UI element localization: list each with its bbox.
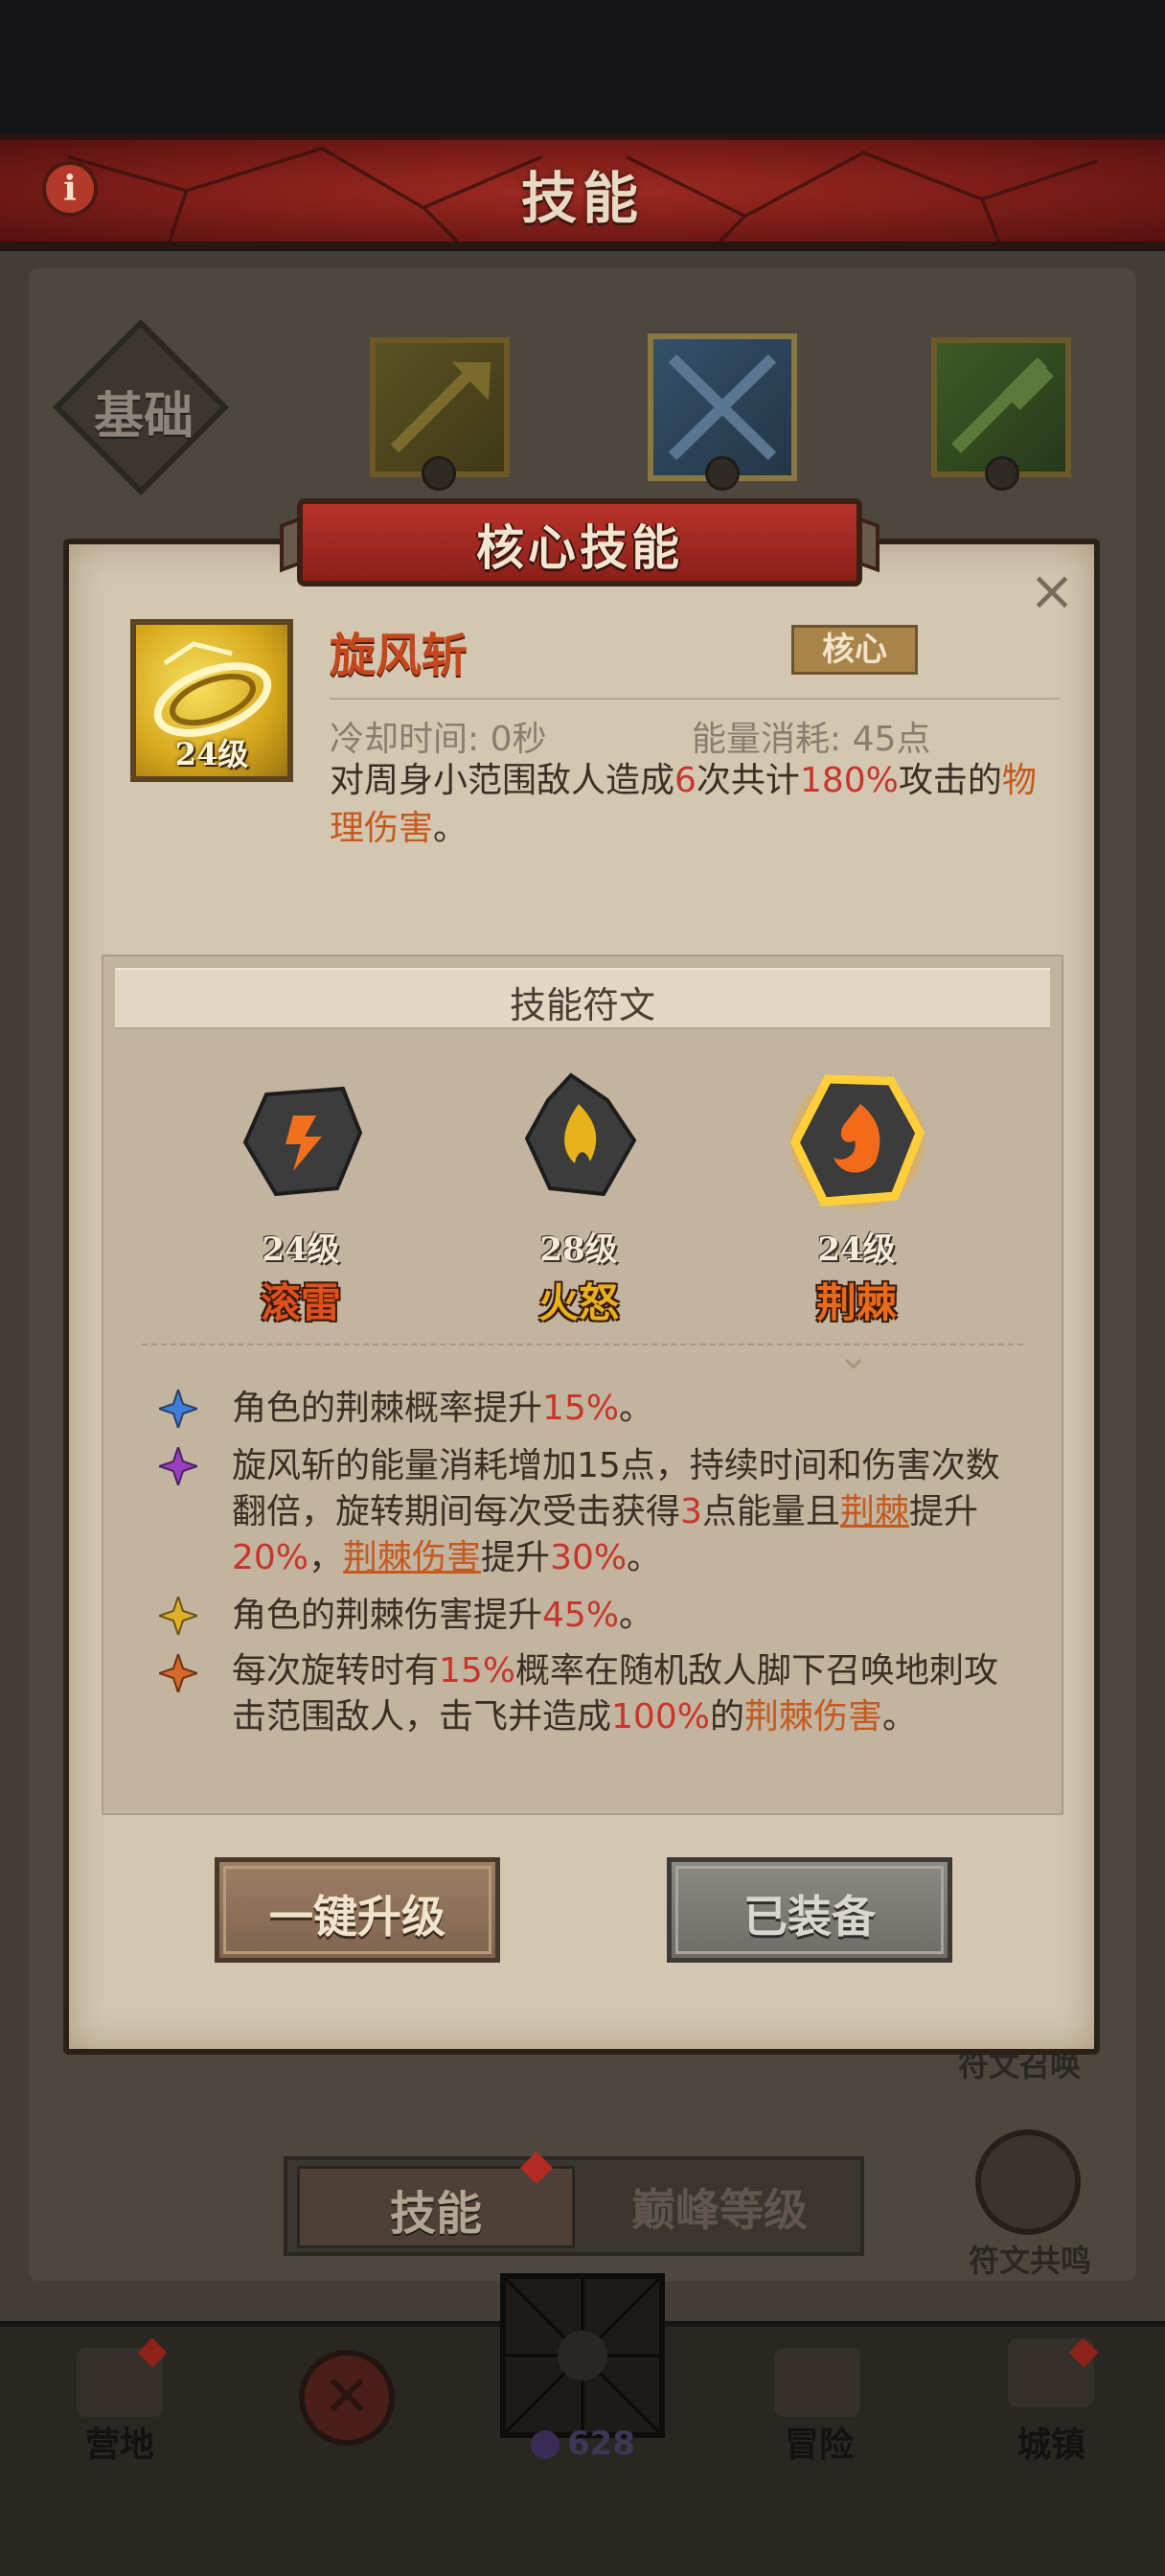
- rune-thorns-selected[interactable]: [786, 1070, 929, 1213]
- skill-description: 对周身小范围敌人造成6次共计180%攻击的物理伤害。: [330, 761, 1037, 848]
- rune-thorns-level: 24级: [817, 1230, 896, 1269]
- modal-title: 核心技能: [476, 520, 683, 576]
- effect-text-2: 旋风斩的能量消耗增加15点，持续时间和伤害次数翻倍，旋转期间每次受击获得3点能量…: [232, 1446, 1000, 1577]
- rune-resonance-icon[interactable]: [975, 2129, 1081, 2235]
- rune-thorns-name: 荆棘: [815, 1279, 897, 1326]
- cooldown-text: 冷却时间: 0秒: [330, 720, 547, 759]
- claw-emblem-icon: [705, 456, 740, 491]
- spiked-skull-icon: [504, 2277, 661, 2434]
- equipped-button-label: 已装备: [743, 1891, 876, 1943]
- rune-fury-level: 28级: [539, 1230, 618, 1269]
- hammer-icon: [951, 357, 1054, 453]
- orange-star-icon: [155, 1650, 201, 1696]
- energy-cost-text: 能量消耗: 45点: [692, 720, 931, 759]
- skill-level: 24级: [174, 736, 249, 772]
- rune-thunder-name: 滚雷: [260, 1279, 341, 1326]
- thorns-rune-icon: [789, 1074, 925, 1208]
- gem-count: 628: [567, 2425, 635, 2463]
- info-icon[interactable]: i: [42, 161, 98, 217]
- purple-star-icon: [155, 1443, 201, 1489]
- rune-divider: [142, 1344, 1023, 1346]
- skill-name: 旋风斩: [330, 629, 468, 682]
- tab-skill-label: 技能: [389, 2187, 482, 2241]
- rune-resonance-label: 符文共鸣: [968, 2242, 1091, 2279]
- axe-icon: [390, 362, 491, 453]
- flame-emblem-icon: [985, 456, 1019, 491]
- adventure-map-icon[interactable]: [774, 2348, 860, 2417]
- shield-emblem-icon: [422, 456, 456, 491]
- core-badge: 核心: [791, 625, 918, 675]
- rune-thunder-level: 24级: [262, 1230, 340, 1269]
- crossed-swords-icon: [668, 354, 777, 461]
- base-skill-tab-label: 基础: [93, 388, 194, 446]
- nav-center-skill[interactable]: [500, 2273, 665, 2438]
- rune-fury-name: 火怒: [537, 1279, 619, 1326]
- thorns-link[interactable]: 荆棘: [840, 1492, 909, 1531]
- gold-star-icon: [155, 1593, 201, 1639]
- upgrade-button-label: 一键升级: [269, 1891, 445, 1943]
- effect-text-3: 角色的荆棘伤害提升45%。: [232, 1596, 654, 1635]
- tab-peak-level[interactable]: 巅峰等级: [581, 2175, 858, 2239]
- close-icon[interactable]: ×: [1025, 563, 1079, 618]
- cancel-icon[interactable]: ✕: [299, 2350, 395, 2446]
- rune-fury[interactable]: [514, 1071, 644, 1202]
- effect-text-1: 角色的荆棘概率提升15%。: [232, 1389, 654, 1428]
- effect-text-4: 每次旋转时有15%概率在随机敌人脚下召唤地刺攻击范围敌人，击飞并造成100%的荆…: [232, 1651, 999, 1736]
- nav-town[interactable]: 城镇: [989, 2417, 1113, 2467]
- page-title: 技能: [520, 166, 644, 231]
- rune-section-title: 技能符文: [509, 984, 655, 1026]
- rune-thunder[interactable]: [238, 1075, 368, 1206]
- fury-rune-icon: [524, 1072, 637, 1197]
- header-divider: [330, 698, 1060, 700]
- thunder-rune-icon: [242, 1086, 363, 1197]
- nav-adventure[interactable]: 冒险: [757, 2417, 881, 2467]
- blue-star-icon: [155, 1386, 201, 1432]
- gem-icon: [531, 2430, 560, 2459]
- status-area: [0, 0, 1165, 134]
- thorns-damage-link[interactable]: 荆棘伤害: [343, 1538, 481, 1577]
- chevron-down-icon: ⌄: [837, 1334, 870, 1378]
- nav-camp[interactable]: 营地: [57, 2417, 182, 2467]
